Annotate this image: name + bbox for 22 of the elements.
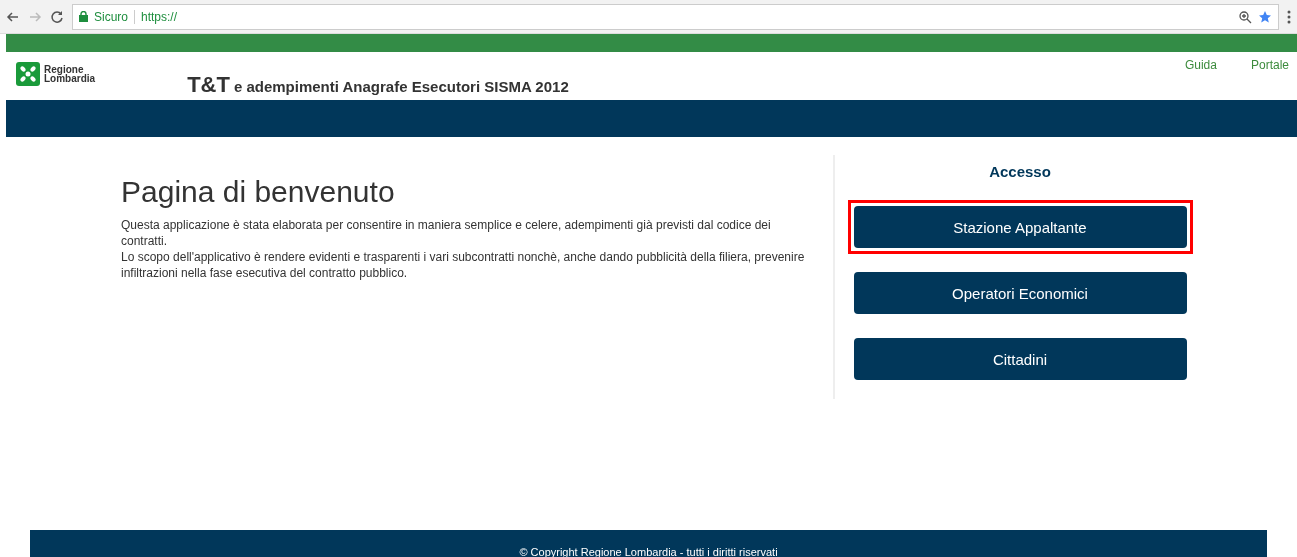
lock-icon (79, 11, 88, 22)
intro-paragraph: Questa applicazione è stata elaborata per consentire in maniera semplice e celere, adempimenti già previsti dal codice dei contratti. (121, 217, 772, 249)
app-title-abbr: T&T (187, 72, 230, 98)
access-button[interactable]: Stazione Appaltante (853, 206, 1187, 248)
access-title: Accesso (989, 163, 1051, 180)
menu-icon[interactable] (1287, 9, 1291, 24)
back-icon[interactable] (6, 9, 20, 24)
star-icon[interactable] (1258, 9, 1272, 24)
access-button[interactable]: Operatori Economici (853, 272, 1187, 314)
address-bar[interactable]: Sicuro https:// (72, 3, 1279, 30)
nav-link[interactable]: Guida (1184, 58, 1217, 72)
security-label: Sicuro (94, 9, 128, 24)
app-title: e adempimenti Anagrafe Esecutori SISMA 2012 (233, 78, 569, 95)
access-button[interactable]: Cittadini (853, 338, 1187, 380)
nav-link[interactable]: Portale (1250, 58, 1289, 72)
reload-icon[interactable] (50, 9, 64, 24)
intro-paragraph: Lo scopo dell'applicativo è rendere evidenti e trasparenti i vari subcontratti nonchè, anche dando pubblicità della filiera, prevenire infiltrazioni nella fase esecutiva del contratto pubblico. (121, 249, 806, 281)
zoom-icon[interactable] (1238, 9, 1252, 24)
logo-text: Regione Lombardia (44, 65, 96, 83)
logo-icon (16, 62, 40, 86)
url-text: https:// (141, 9, 178, 24)
page-heading: Pagina di benvenuto (121, 175, 396, 209)
